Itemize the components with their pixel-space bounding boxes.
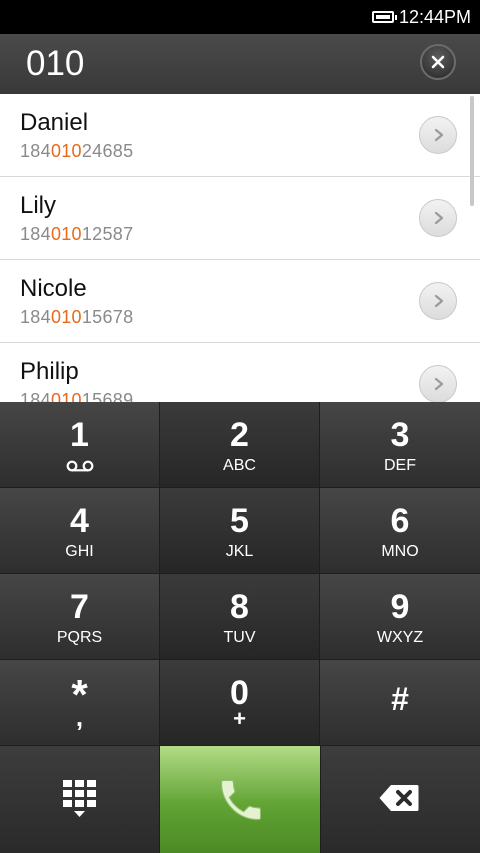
contact-details-button[interactable] bbox=[419, 116, 457, 154]
contact-row[interactable]: Philip 18401015689 bbox=[0, 343, 480, 402]
key-digit: 5 bbox=[230, 502, 249, 540]
dialed-number[interactable]: 010 bbox=[26, 44, 84, 84]
contact-row[interactable]: Daniel 18401024685 bbox=[0, 94, 480, 177]
call-button[interactable] bbox=[160, 746, 320, 853]
contact-list[interactable]: Daniel 18401024685 Lily 18401012587 Nico… bbox=[0, 94, 480, 402]
contact-number: 18401015689 bbox=[20, 389, 133, 402]
key-2[interactable]: 2 ABC bbox=[160, 402, 320, 488]
contact-name: Lily bbox=[20, 192, 57, 219]
contact-name: Philip bbox=[20, 358, 79, 385]
key-digit: 9 bbox=[390, 588, 410, 626]
contact-name: Daniel bbox=[20, 109, 89, 136]
key-3[interactable]: 3 DEF bbox=[320, 402, 480, 488]
contact-details-button[interactable] bbox=[419, 199, 457, 237]
number-prefix: 184 bbox=[20, 307, 51, 327]
key-8[interactable]: 8 TUV bbox=[160, 574, 320, 660]
key-1[interactable]: 1 bbox=[0, 402, 160, 488]
key-digit: 7 bbox=[70, 588, 89, 626]
key-letters: PQRS bbox=[56, 629, 103, 646]
number-match: 010 bbox=[50, 390, 82, 402]
key-digit: 8 bbox=[230, 588, 249, 626]
clock: 12:44PM bbox=[398, 7, 471, 27]
key-hash[interactable]: # bbox=[320, 660, 480, 746]
number-suffix: 15678 bbox=[81, 307, 134, 327]
contact-number: 18401012587 bbox=[20, 223, 133, 245]
contact-details-button[interactable] bbox=[419, 282, 457, 320]
clear-button[interactable] bbox=[420, 44, 456, 80]
number-suffix: 15689 bbox=[81, 390, 134, 402]
keypad-toggle-button[interactable] bbox=[0, 746, 160, 853]
keypad-grid-icon bbox=[63, 780, 96, 817]
number-prefix: 184 bbox=[20, 224, 51, 244]
key-digit: 2 bbox=[230, 416, 249, 454]
contact-number: 18401024685 bbox=[20, 140, 133, 162]
dialer-header: 010 bbox=[0, 34, 480, 95]
key-digit: 3 bbox=[390, 416, 410, 454]
contact-details-button[interactable] bbox=[419, 365, 457, 402]
close-icon bbox=[431, 55, 445, 69]
key-5[interactable]: 5 JKL bbox=[160, 488, 320, 574]
number-suffix: 12587 bbox=[81, 224, 134, 244]
key-letters: TUV bbox=[223, 629, 256, 646]
key-digit: 1 bbox=[70, 416, 89, 454]
battery-icon bbox=[371, 11, 397, 23]
chevron-right-icon bbox=[434, 128, 444, 142]
number-prefix: 184 bbox=[20, 141, 51, 161]
key-letters: + bbox=[233, 706, 246, 731]
key-letters: ABC bbox=[223, 457, 256, 474]
key-9[interactable]: 9 WXYZ bbox=[320, 574, 480, 660]
key-star[interactable]: * , bbox=[0, 660, 160, 746]
contact-number: 18401015678 bbox=[20, 306, 133, 328]
key-letters: , bbox=[75, 702, 84, 732]
key-letters: WXYZ bbox=[376, 629, 424, 646]
phone-icon bbox=[220, 779, 262, 821]
key-digit: # bbox=[391, 681, 409, 717]
backspace-button[interactable] bbox=[320, 746, 480, 853]
key-7[interactable]: 7 PQRS bbox=[0, 574, 160, 660]
key-letters: DEF bbox=[384, 457, 416, 474]
number-suffix: 24685 bbox=[81, 141, 134, 161]
key-4[interactable]: 4 GHI bbox=[0, 488, 160, 574]
contact-row[interactable]: Nicole 18401015678 bbox=[0, 260, 480, 343]
scrollbar[interactable] bbox=[470, 96, 474, 206]
number-prefix: 184 bbox=[20, 390, 51, 402]
number-match: 010 bbox=[50, 307, 82, 327]
key-6[interactable]: 6 MNO bbox=[320, 488, 480, 574]
contact-row[interactable]: Lily 18401012587 bbox=[0, 177, 480, 260]
key-digit: 6 bbox=[390, 502, 410, 540]
key-letters: GHI bbox=[65, 543, 94, 560]
contact-name: Nicole bbox=[20, 275, 87, 302]
voicemail-icon bbox=[66, 460, 94, 472]
key-digit: 4 bbox=[70, 502, 89, 540]
status-bar: 12:44PM bbox=[0, 0, 480, 34]
key-0[interactable]: 0 + bbox=[160, 660, 320, 746]
chevron-right-icon bbox=[434, 211, 444, 225]
number-match: 010 bbox=[50, 224, 82, 244]
chevron-right-icon bbox=[434, 377, 444, 391]
key-letters: JKL bbox=[225, 543, 254, 560]
number-match: 010 bbox=[50, 141, 82, 161]
key-letters: MNO bbox=[381, 543, 419, 560]
backspace-icon bbox=[379, 785, 419, 811]
chevron-right-icon bbox=[434, 294, 444, 308]
status-right: 12:44PM bbox=[371, 6, 471, 28]
